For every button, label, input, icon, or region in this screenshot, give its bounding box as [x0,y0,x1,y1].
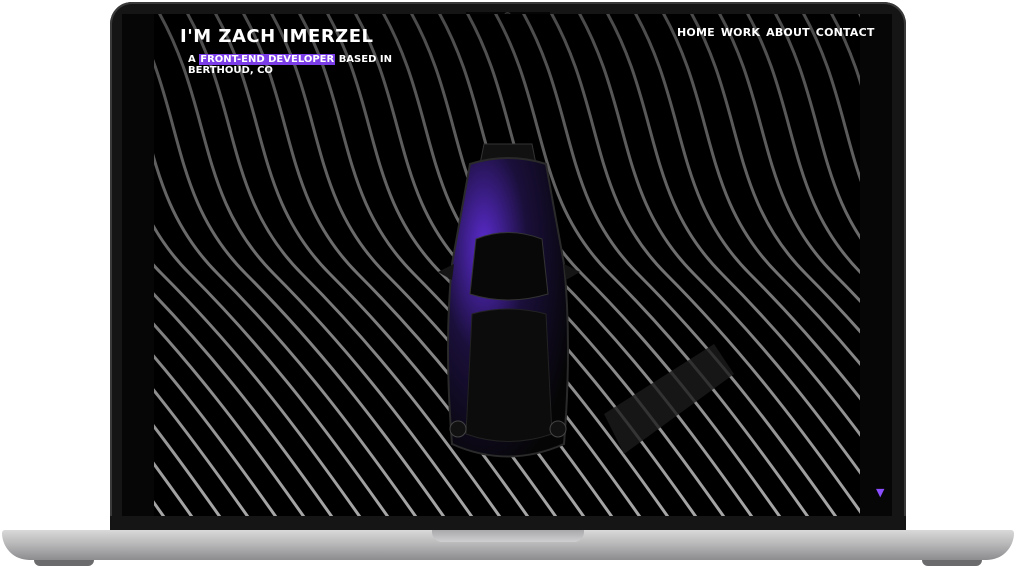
wave-line [549,14,860,514]
wave-line [773,14,860,240]
screen: I'M ZACH IMERZEL A FRONT-END DEVELOPER B… [122,14,892,516]
laptop-foot-left [34,560,94,566]
wave-line [154,388,250,516]
wave-line [577,14,860,475]
laptop-base-notch [432,530,584,542]
tagline: A FRONT-END DEVELOPER BASED IN BERTHOUD,… [188,54,458,76]
wave-line [154,354,278,516]
main-nav: HOME WORK ABOUT CONTACT [677,26,875,39]
laptop-foot-right [922,560,982,566]
nav-about[interactable]: ABOUT [766,26,810,39]
wave-line [745,14,860,275]
hero-background-graphic [154,14,860,516]
right-screen-margin [860,14,892,516]
triangle-down-icon[interactable]: ▼ [876,486,884,499]
nav-contact[interactable]: CONTACT [816,26,875,39]
tagline-highlight: FRONT-END DEVELOPER [199,54,336,65]
wave-line [661,14,860,367]
left-screen-margin [122,14,154,516]
site-title: I'M ZACH IMERZEL [180,26,374,47]
tagline-prefix: A [188,54,196,65]
wave-line [154,263,362,516]
nav-home[interactable]: HOME [677,26,715,39]
screen-bottom-bezel [110,516,906,530]
nav-work[interactable]: WORK [721,26,760,39]
